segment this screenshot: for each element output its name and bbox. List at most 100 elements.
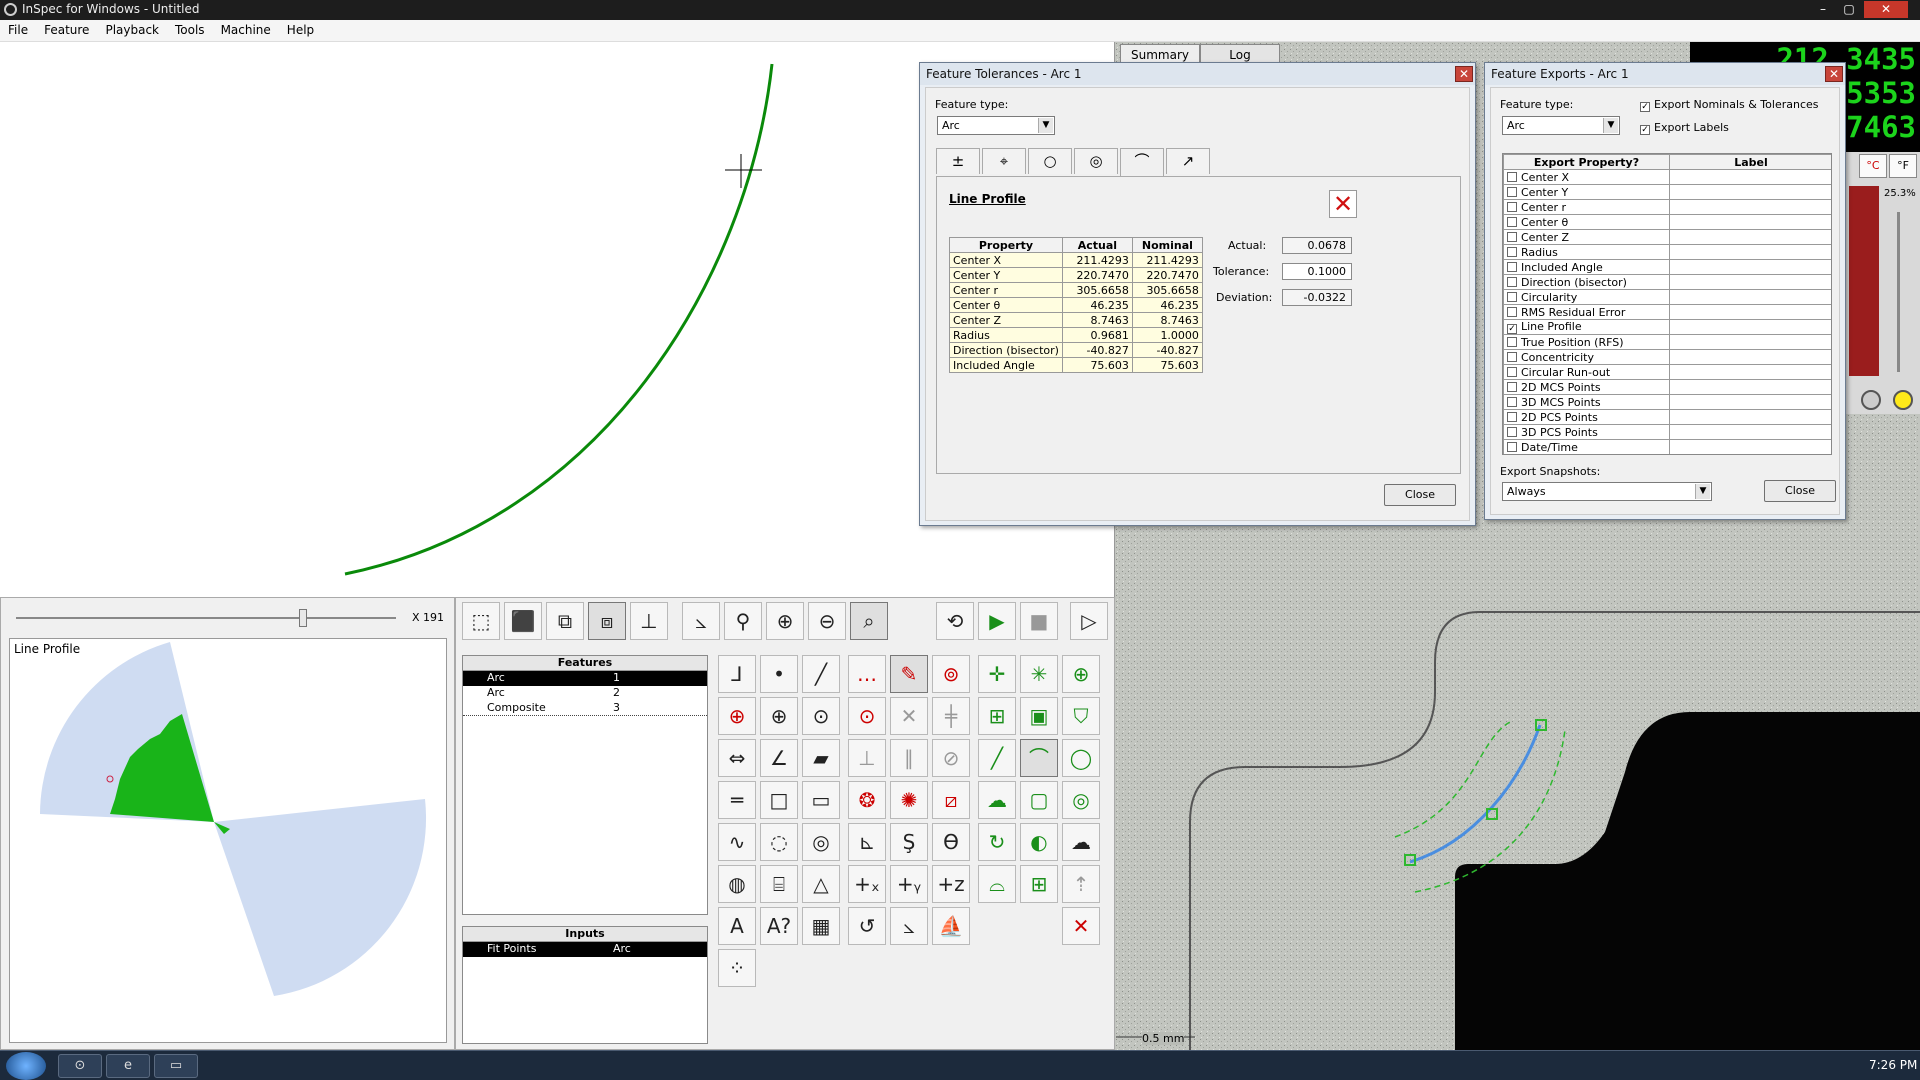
export-property-checkbox[interactable]: Center Z — [1503, 229, 1670, 245]
export-property-checkbox[interactable]: Included Angle — [1503, 259, 1670, 275]
point-icon[interactable]: • — [760, 655, 798, 693]
target-icon[interactable]: ⊙ — [848, 697, 886, 735]
taskbar-ie-icon[interactable]: e — [106, 1054, 150, 1078]
celsius-button[interactable]: °C — [1859, 154, 1887, 178]
circle-edge-icon[interactable]: ◯ — [1062, 739, 1100, 777]
sail-icon[interactable]: ⛵ — [932, 907, 970, 945]
property-row[interactable]: Radius 0.9681 1.0000 — [949, 327, 1203, 343]
move-up-icon[interactable]: ⇡ — [1062, 865, 1100, 903]
bookmark-icon[interactable]: ⛉ — [1062, 697, 1100, 735]
crosshair-circle-icon[interactable]: ⊕ — [1062, 655, 1100, 693]
export-label-cell[interactable] — [1669, 379, 1831, 395]
export-row[interactable]: 2D MCS Points — [1503, 379, 1831, 395]
zoom-slider-track[interactable] — [16, 617, 396, 619]
plane-icon[interactable]: ▰ — [802, 739, 840, 777]
light-on-icon[interactable] — [1893, 390, 1913, 410]
tolerances-close-icon[interactable]: ✕ — [1455, 66, 1473, 82]
calculator-icon[interactable]: ▦ — [802, 907, 840, 945]
export-labels-checkbox[interactable]: ✓ Export Labels — [1640, 121, 1729, 135]
cross-icon[interactable]: ✕ — [890, 697, 928, 735]
tolerance-field[interactable]: 0.1000 — [1282, 263, 1352, 280]
gear-icon[interactable]: ✺ — [890, 781, 928, 819]
export-row[interactable]: Center θ — [1503, 214, 1831, 230]
circle-fit-icon[interactable]: ⊚ — [932, 655, 970, 693]
property-row[interactable]: Center θ 46.235 46.235 — [949, 297, 1203, 313]
property-row[interactable]: Center r 305.6658 305.6658 — [949, 282, 1203, 298]
target-edge-icon[interactable]: ◎ — [1062, 781, 1100, 819]
menu-feature[interactable]: Feature — [36, 20, 97, 40]
align-icon[interactable]: ⦣ — [682, 602, 720, 640]
export-row[interactable]: Direction (bisector) — [1503, 274, 1831, 290]
blob-icon[interactable]: ◌ — [760, 823, 798, 861]
export-property-checkbox[interactable]: 3D PCS Points — [1503, 424, 1670, 440]
menu-playback[interactable]: Playback — [97, 20, 167, 40]
taskbar-inspec-icon[interactable]: ⊙ — [58, 1054, 102, 1078]
start-button[interactable] — [6, 1052, 46, 1080]
export-label-cell[interactable] — [1669, 319, 1831, 335]
export-property-checkbox[interactable]: Circular Run-out — [1503, 364, 1670, 380]
light-off-icon[interactable] — [1861, 390, 1881, 410]
rotate-icon[interactable]: ↺ — [848, 907, 886, 945]
input-row[interactable]: Fit Points Arc — [463, 942, 707, 957]
offset-z-icon[interactable]: +z — [932, 865, 970, 903]
property-row[interactable]: Included Angle 75.603 75.603 — [949, 357, 1203, 373]
record-icon[interactable]: ⟲ — [936, 602, 974, 640]
datum-l-icon[interactable]: ⊾ — [848, 823, 886, 861]
export-row[interactable]: Concentricity — [1503, 349, 1831, 365]
export-label-cell[interactable] — [1669, 334, 1831, 350]
delete-tolerance-icon[interactable]: ✕ — [1329, 190, 1357, 218]
arc-edge-icon[interactable]: ⌒ — [1020, 739, 1058, 777]
menu-tools[interactable]: Tools — [167, 20, 213, 40]
crosshair-star-icon[interactable]: ✳ — [1020, 655, 1058, 693]
line-edge-icon[interactable]: ╱ — [978, 739, 1016, 777]
export-label-cell[interactable] — [1669, 394, 1831, 410]
export-nominals-checkbox[interactable]: ✓ Export Nominals & Tolerances — [1640, 98, 1819, 112]
snapshots-combo[interactable]: Always ▼ — [1502, 482, 1712, 501]
export-row[interactable]: RMS Residual Error — [1503, 304, 1831, 320]
frame-point-icon[interactable]: ⊞ — [978, 697, 1016, 735]
parallel-icon[interactable]: ═ — [718, 781, 756, 819]
line-icon[interactable]: ╱ — [802, 655, 840, 693]
export-label-cell[interactable] — [1669, 304, 1831, 320]
feature-type-combo[interactable]: Arc ▼ — [937, 116, 1055, 135]
export-row[interactable]: 3D MCS Points — [1503, 394, 1831, 410]
menu-machine[interactable]: Machine — [213, 20, 279, 40]
exports-feature-type-combo[interactable]: Arc ▼ — [1502, 116, 1620, 135]
grid-points-icon[interactable]: ⊞ — [1020, 865, 1058, 903]
circle-add-icon[interactable]: ⊕ — [760, 697, 798, 735]
edge-detect-icon[interactable]: ✎ — [890, 655, 928, 693]
slot-points-icon[interactable]: ⧄ — [932, 781, 970, 819]
export-label-cell[interactable] — [1669, 199, 1831, 215]
cloud-icon[interactable]: ☁ — [1062, 823, 1100, 861]
circle-plus-icon[interactable]: ⊕ — [718, 697, 756, 735]
split-icon[interactable]: ╪ — [932, 697, 970, 735]
feature-row[interactable]: Arc 1 — [463, 671, 707, 686]
export-row[interactable]: 3D PCS Points — [1503, 424, 1831, 440]
ring-icon[interactable]: ◎ — [802, 823, 840, 861]
exports-close-icon[interactable]: ✕ — [1825, 66, 1843, 82]
view-iso-icon[interactable]: ⧉ — [546, 602, 584, 640]
rect-edge-icon[interactable]: ▢ — [1020, 781, 1058, 819]
export-property-checkbox[interactable]: Circularity — [1503, 289, 1670, 305]
slot-icon[interactable]: ▭ — [802, 781, 840, 819]
export-property-checkbox[interactable]: Direction (bisector) — [1503, 274, 1670, 290]
export-row[interactable]: Included Angle — [1503, 259, 1831, 275]
export-property-checkbox[interactable]: Date/Time — [1503, 439, 1670, 454]
datum-s-icon[interactable]: Ş — [890, 823, 928, 861]
zoom-in-icon[interactable]: ⊕ — [766, 602, 804, 640]
maximize-button[interactable]: ▢ — [1836, 1, 1862, 18]
view-3d-icon[interactable]: ⧈ — [588, 602, 626, 640]
export-label-cell[interactable] — [1669, 229, 1831, 245]
crosshair-add-icon[interactable]: ✛ — [978, 655, 1016, 693]
export-label-cell[interactable] — [1669, 169, 1831, 185]
export-label-cell[interactable] — [1669, 349, 1831, 365]
export-row[interactable]: 2D PCS Points — [1503, 409, 1831, 425]
export-property-checkbox[interactable]: Radius — [1503, 244, 1670, 260]
export-row[interactable]: Center Z — [1503, 229, 1831, 245]
tangent-icon[interactable]: ⊘ — [932, 739, 970, 777]
text-icon[interactable]: A — [718, 907, 756, 945]
close-button[interactable]: ✕ — [1864, 1, 1908, 18]
export-property-checkbox[interactable]: Center X — [1503, 169, 1670, 185]
zoom-fit-icon[interactable]: ⌕ — [850, 602, 888, 640]
offset-x-icon[interactable]: +ₓ — [848, 865, 886, 903]
